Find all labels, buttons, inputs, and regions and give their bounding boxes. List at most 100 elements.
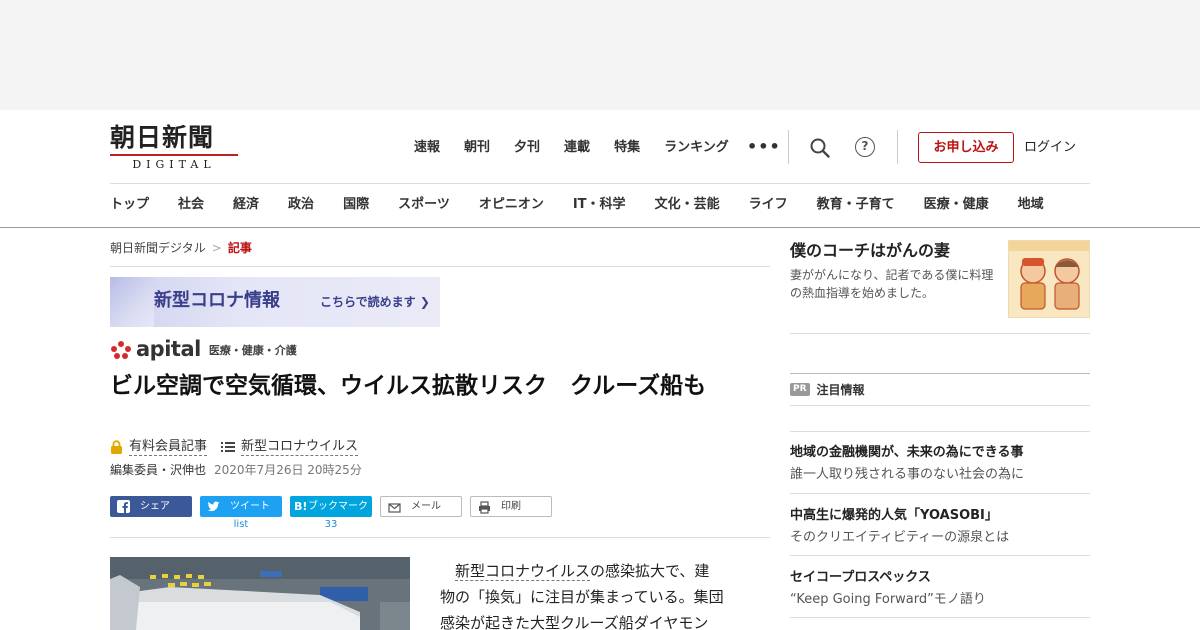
- pr-item[interactable]: 地域の金融機関が、未来の為にできる事 誰一人取り残される事のない社会の為に: [790, 443, 1090, 485]
- article-photo[interactable]: [110, 557, 410, 630]
- category-nav-item[interactable]: 地域: [1018, 194, 1044, 216]
- promo-illustration[interactable]: [1008, 240, 1090, 318]
- category-nav-item[interactable]: トップ: [110, 194, 149, 216]
- sidebar-divider: [790, 555, 1090, 556]
- banner-title: 新型コロナ情報: [154, 290, 280, 311]
- publish-date: 2020年7月26日 20時25分: [214, 463, 362, 477]
- twitter-share-count[interactable]: list: [200, 518, 282, 532]
- category-nav-item[interactable]: オピニオン: [479, 194, 544, 216]
- facebook-share-button[interactable]: シェア: [110, 496, 192, 517]
- body-line: 新型コロナウイルスの感染拡大で、建: [440, 558, 760, 584]
- sidebar-divider: [790, 493, 1090, 494]
- category-nav-item[interactable]: 国際: [343, 194, 369, 216]
- sidebar-divider: [790, 333, 1090, 334]
- advertisement-area: [0, 0, 1200, 110]
- body-keyword-link[interactable]: 新型コロナウイルス: [455, 562, 591, 581]
- site-header: 朝日新聞 DIGITAL 速報 朝刊 夕刊 連載 特集 ランキング ••• ? …: [0, 110, 1200, 228]
- print-button[interactable]: 印刷: [470, 496, 552, 517]
- body-line: 物の「換気」に注目が集まっている。集団: [440, 588, 724, 606]
- logo-underline: [110, 154, 238, 156]
- pr-item-desc: そのクリエイティビティーの源泉とは: [790, 530, 1010, 545]
- hatena-bookmark-label: ブックマーク: [308, 501, 368, 512]
- help-icon[interactable]: ?: [855, 137, 875, 157]
- pr-badge: PR: [790, 383, 810, 396]
- banner-decoration: [110, 277, 154, 327]
- search-icon[interactable]: [809, 137, 831, 159]
- list-icon: [221, 442, 236, 452]
- top-nav-item[interactable]: ランキング: [664, 138, 729, 158]
- pr-section-header: PR 注目情報: [790, 381, 865, 398]
- pr-item-title: 地域の金融機関が、未来の為にできる事: [790, 445, 1024, 460]
- corona-info-banner[interactable]: 新型コロナ情報 こちらで読めます ❯: [110, 277, 440, 327]
- hatena-icon: B!: [294, 500, 308, 513]
- sidebar-divider: [790, 405, 1090, 406]
- promo-title[interactable]: 僕のコーチはがんの妻: [790, 240, 950, 262]
- pr-item-desc: “Keep Going Forward”モノ語り: [790, 592, 986, 607]
- mail-share-button[interactable]: メール: [380, 496, 462, 517]
- sidebar-divider: [790, 373, 1090, 374]
- apital-logo-icon: [110, 341, 132, 359]
- header-divider: [897, 130, 898, 164]
- top-nav: 速報 朝刊 夕刊 連載 特集 ランキング: [414, 138, 753, 158]
- breadcrumb-separator: >: [211, 241, 222, 255]
- article-meta: 有料会員記事 新型コロナウイルス: [110, 438, 359, 456]
- twitter-icon: [207, 501, 220, 512]
- category-nav-item[interactable]: ライフ: [749, 194, 788, 216]
- twitter-share-button[interactable]: ツイート: [200, 496, 282, 517]
- category-nav-item[interactable]: 医療・健康: [924, 194, 989, 216]
- category-nav-item[interactable]: 政治: [288, 194, 314, 216]
- divider: [110, 537, 770, 538]
- pr-item-title: セイコープロスペックス: [790, 570, 931, 585]
- paid-member-label[interactable]: 有料会員記事: [129, 438, 208, 456]
- sidebar-divider: [790, 431, 1090, 432]
- pr-heading: 注目情報: [816, 383, 865, 397]
- facebook-share-label: シェア: [140, 501, 170, 512]
- body-line: 感染が起きた大型クルーズ船ダイヤモン: [440, 614, 709, 630]
- top-nav-item[interactable]: 夕刊: [514, 138, 540, 158]
- twitter-share-label: ツイート: [230, 501, 270, 512]
- apital-section-label: 医療・健康・介護: [208, 344, 297, 357]
- promo-description: 妻ががんになり、記者である僕に料理の熱血指導を始めました。: [790, 268, 994, 300]
- sidebar-divider: [790, 617, 1090, 618]
- article-title: ビル空調で空気循環、ウイルス拡散リスク クルーズ船も: [110, 373, 707, 399]
- print-icon: [479, 501, 490, 514]
- topic-tag-link[interactable]: 新型コロナウイルス: [241, 438, 359, 456]
- lock-icon: [111, 440, 122, 454]
- byline: 編集委員・沢伸也 2020年7月26日 20時25分: [110, 462, 362, 479]
- category-nav-item[interactable]: 社会: [178, 194, 204, 216]
- login-link[interactable]: ログイン: [1024, 138, 1076, 158]
- logo-text: 朝日新聞: [110, 123, 215, 152]
- category-nav-item[interactable]: 文化・芸能: [655, 194, 720, 216]
- facebook-icon: [117, 500, 130, 513]
- banner-link: こちらで読めます ❯: [320, 295, 430, 309]
- category-nav-item[interactable]: IT・科学: [573, 194, 626, 216]
- top-nav-item[interactable]: 朝刊: [464, 138, 490, 158]
- pr-item[interactable]: 中高生に爆発的人気「YOASOBI」 そのクリエイティビティーの源泉とは: [790, 506, 1090, 548]
- pr-item[interactable]: セイコープロスペックス “Keep Going Forward”モノ語り: [790, 568, 1090, 610]
- header-divider: [788, 130, 789, 164]
- site-logo[interactable]: 朝日新聞 DIGITAL: [110, 123, 240, 171]
- category-nav-item[interactable]: スポーツ: [398, 194, 450, 216]
- body-text: の感染拡大で、建: [590, 562, 710, 580]
- header-separator: [110, 183, 1090, 184]
- share-buttons: シェア ツイート B! ブックマーク メール 印刷 list 33: [110, 496, 770, 536]
- apital-logo-text: apital: [136, 337, 201, 361]
- author-name: 編集委員・沢伸也: [110, 463, 207, 477]
- hatena-bookmark-button[interactable]: B! ブックマーク: [290, 496, 372, 517]
- apital-brand[interactable]: apital 医療・健康・介護: [110, 337, 297, 361]
- article-body: 新型コロナウイルスの感染拡大で、建 物の「換気」に注目が集まっている。集団 感染…: [440, 558, 760, 630]
- breadcrumb-current: 記事: [227, 241, 252, 255]
- divider: [110, 266, 770, 267]
- category-nav-item[interactable]: 教育・子育て: [817, 194, 895, 216]
- top-nav-item[interactable]: 連載: [564, 138, 590, 158]
- hatena-bookmark-count[interactable]: 33: [290, 518, 372, 532]
- breadcrumb: 朝日新聞デジタル > 記事: [110, 240, 252, 256]
- breadcrumb-home[interactable]: 朝日新聞デジタル: [110, 241, 206, 255]
- top-nav-item[interactable]: 速報: [414, 138, 440, 158]
- more-menu-icon[interactable]: •••: [747, 137, 781, 156]
- category-nav-item[interactable]: 経済: [233, 194, 259, 216]
- pr-item-title: 中高生に爆発的人気「YOASOBI」: [790, 508, 998, 523]
- pr-item-desc: 誰一人取り残される事のない社会の為に: [790, 467, 1025, 482]
- apply-button[interactable]: お申し込み: [918, 132, 1014, 163]
- top-nav-item[interactable]: 特集: [614, 138, 640, 158]
